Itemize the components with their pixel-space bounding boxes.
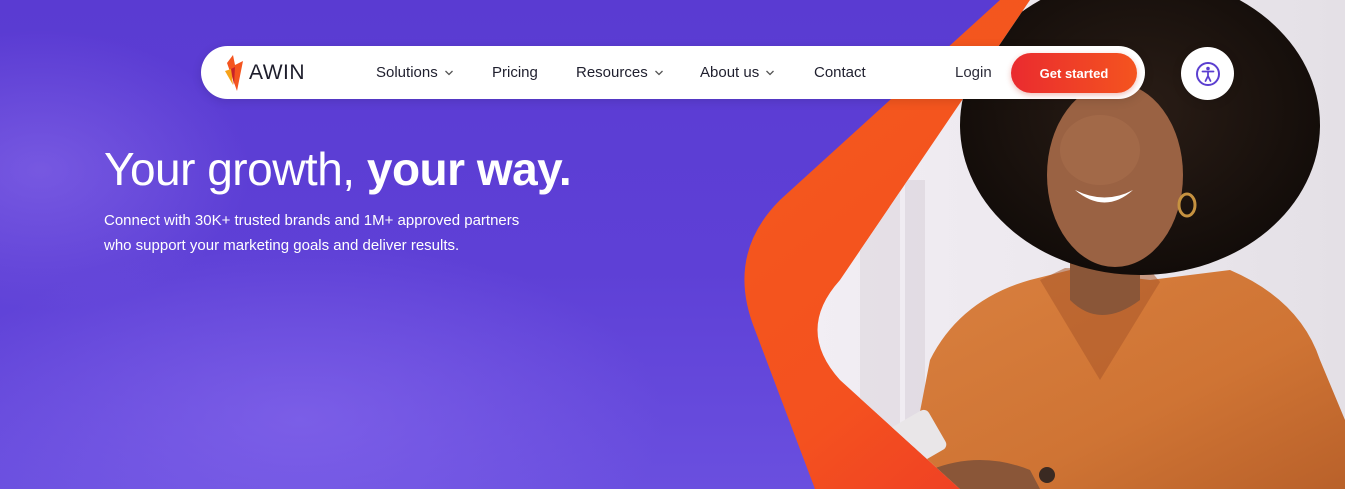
awin-logo[interactable]: AWIN <box>223 55 305 91</box>
chevron-down-icon <box>444 70 453 75</box>
nav-item-pricing[interactable]: Pricing <box>492 46 538 99</box>
nav-item-label: About us <box>700 64 760 81</box>
chevron-down-icon <box>654 70 663 75</box>
accessibility-icon <box>1195 61 1220 86</box>
headline-regular: Your growth, <box>104 143 367 195</box>
subtext-line-2: who support your marketing goals and del… <box>104 237 460 254</box>
hero-subtext: Connect with 30K+ trusted brands and 1M+… <box>104 208 574 258</box>
nav-item-label: Solutions <box>376 64 438 81</box>
chevron-down-icon <box>766 70 775 75</box>
nav-item-solutions[interactable]: Solutions <box>376 46 454 99</box>
logo-text: AWIN <box>249 61 306 84</box>
nav-item-resources[interactable]: Resources <box>576 46 664 99</box>
get-started-button[interactable]: Get started <box>1011 53 1137 93</box>
top-navbar: AWIN Solutions Pricing Resources About u… <box>201 46 1145 99</box>
flame-logo-icon <box>225 55 243 91</box>
hero-headline: Your growth, your way. <box>104 142 572 196</box>
headline-bold: your way. <box>366 143 572 195</box>
login-link[interactable]: Login <box>955 46 992 99</box>
subtext-line-1: Connect with 30K+ trusted brands and 1M+… <box>104 212 520 229</box>
nav-item-label: Resources <box>576 64 648 81</box>
nav-item-label: Contact <box>814 64 866 81</box>
nav-item-label: Pricing <box>492 64 538 81</box>
accessibility-button[interactable] <box>1181 47 1234 100</box>
nav-item-about-us[interactable]: About us <box>700 46 775 99</box>
nav-item-contact[interactable]: Contact <box>814 46 866 99</box>
